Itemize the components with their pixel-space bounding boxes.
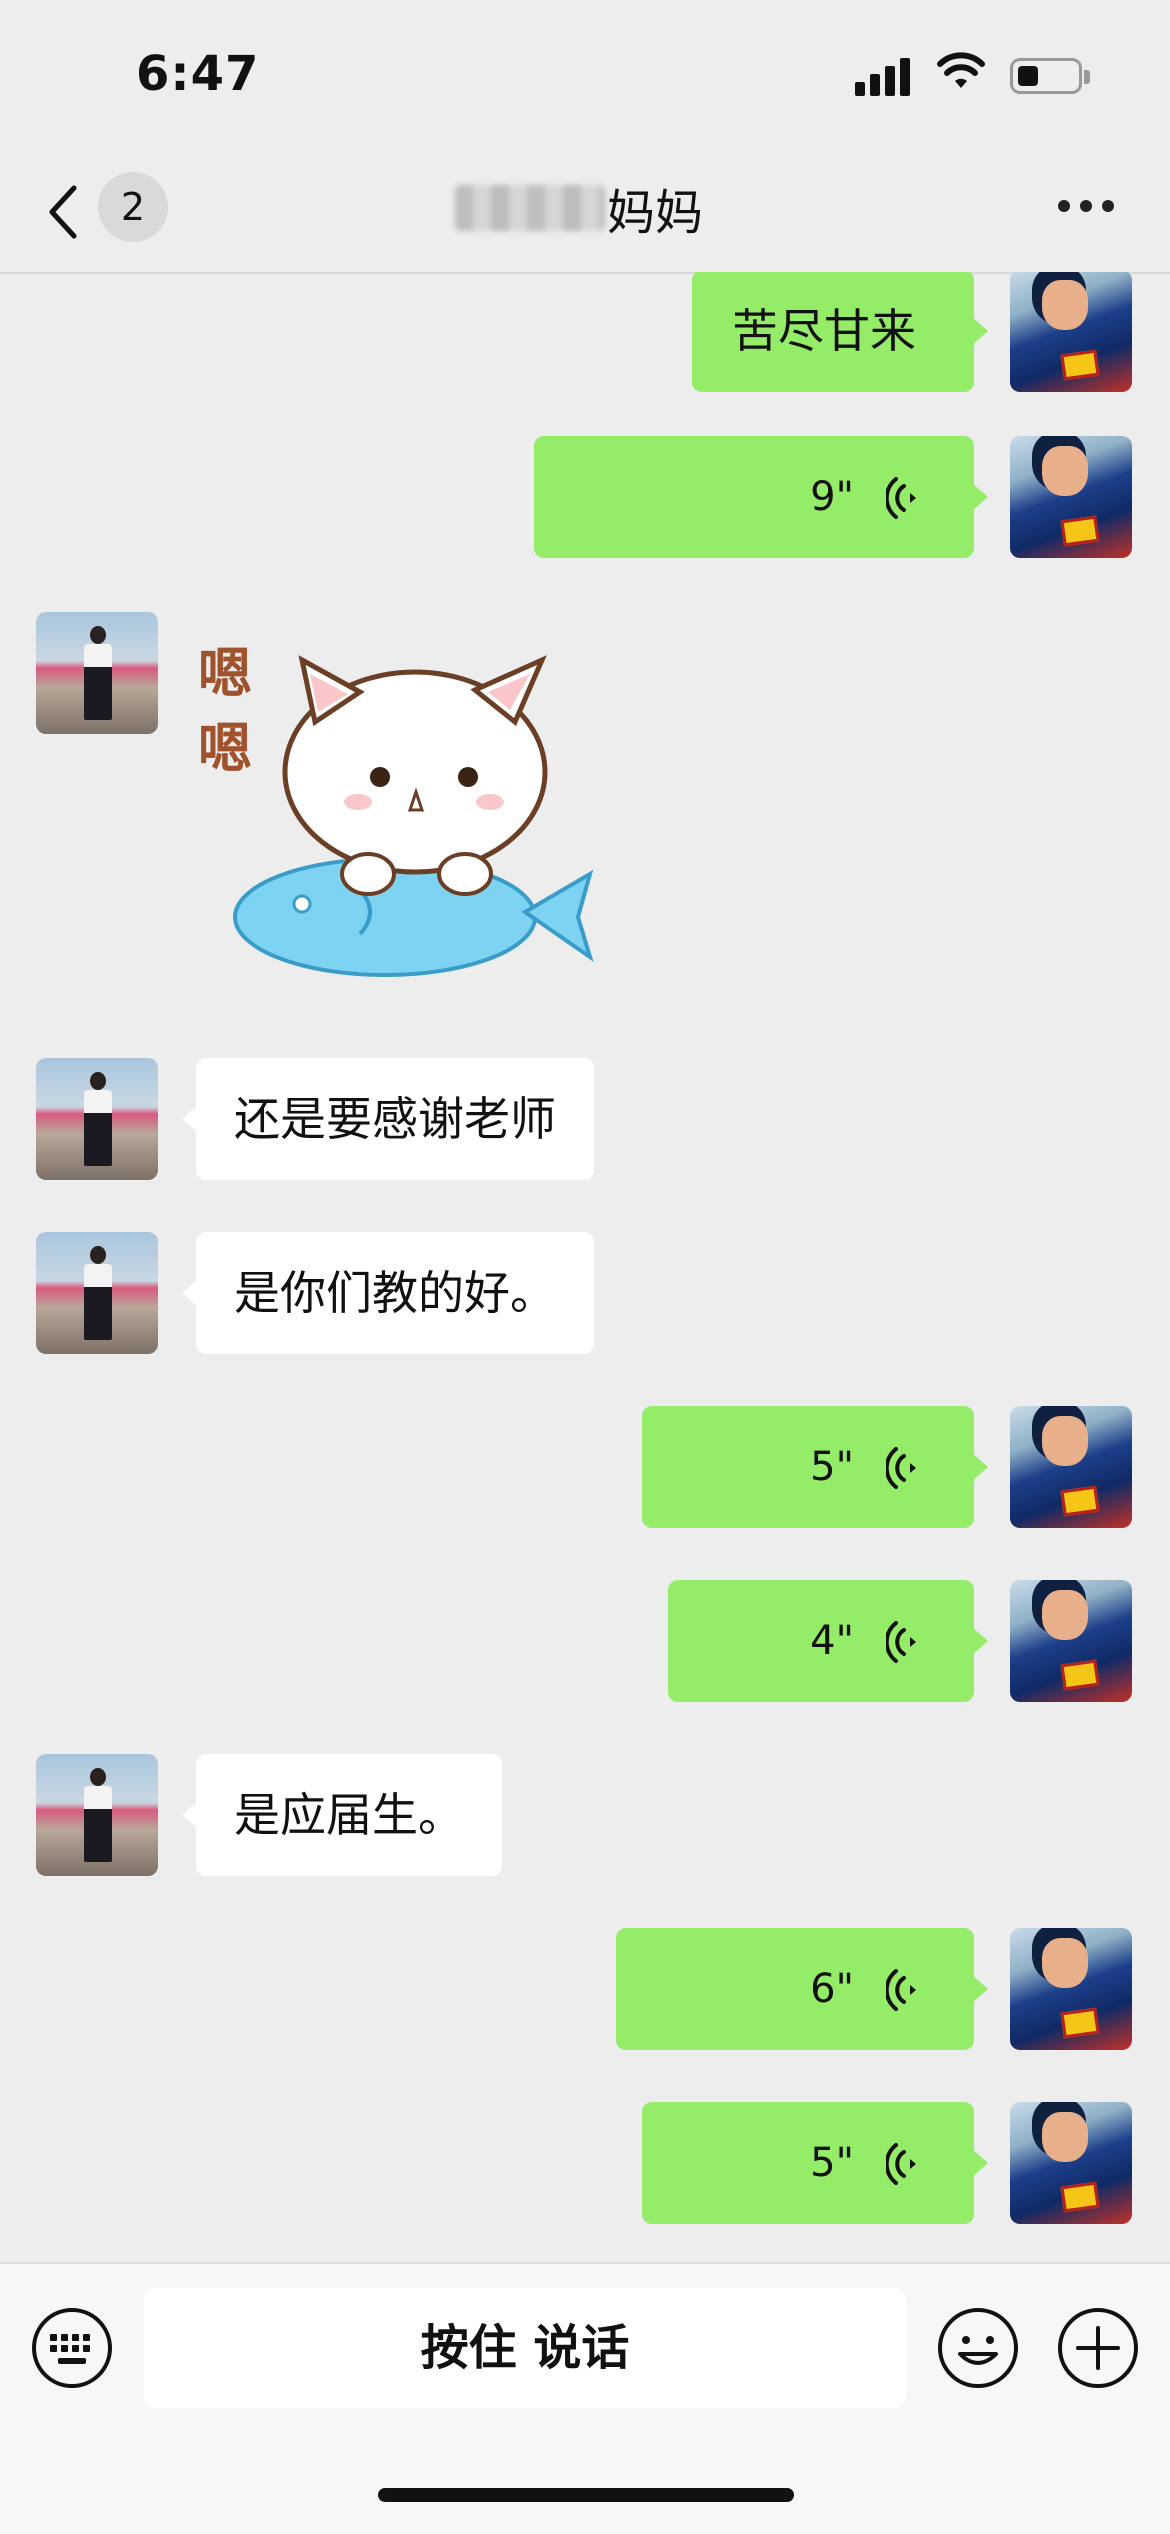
contact-avatar[interactable]	[36, 1754, 158, 1876]
cat-on-fish-sticker[interactable]: 嗯 嗯	[190, 612, 610, 992]
outgoing-text-bubble[interactable]: 苦尽甘来	[692, 272, 988, 392]
voice-duration: 6"	[810, 1966, 854, 2012]
my-avatar[interactable]	[1010, 272, 1132, 392]
outgoing-voice-bubble[interactable]: 4"	[668, 1580, 988, 1702]
outgoing-voice-bubble[interactable]: 5"	[642, 2102, 988, 2224]
my-avatar[interactable]	[1010, 436, 1132, 558]
chat-title-text: 妈妈	[607, 185, 704, 241]
message-text: 还是要感谢老师	[234, 1092, 556, 1146]
voice-wave-icon	[886, 1969, 916, 2011]
voice-wave-icon	[886, 2143, 916, 2185]
message-text: 苦尽甘来	[732, 304, 916, 358]
cellular-signal-icon	[855, 56, 915, 96]
voice-wave-icon	[886, 1621, 916, 1663]
message-list[interactable]: 苦尽甘来 9" 嗯 嗯 还是要感谢老师 是你们教的好。 5" 4" 是应届生。 …	[0, 272, 1170, 2262]
my-avatar[interactable]	[1010, 1406, 1132, 1528]
status-time: 6:47	[136, 46, 260, 102]
voice-duration: 5"	[810, 1444, 854, 1490]
emoji-icon[interactable]	[936, 2306, 1020, 2390]
my-avatar[interactable]	[1010, 1580, 1132, 1702]
outgoing-voice-bubble[interactable]: 5"	[642, 1406, 988, 1528]
unread-count-badge[interactable]: 2	[98, 172, 168, 242]
chat-title: 妈妈	[455, 178, 703, 241]
more-options-icon[interactable]	[1058, 200, 1114, 214]
voice-duration: 5"	[810, 2140, 854, 2186]
voice-duration: 9"	[810, 474, 854, 520]
incoming-text-bubble[interactable]: 还是要感谢老师	[182, 1058, 594, 1180]
my-avatar[interactable]	[1010, 2102, 1132, 2224]
voice-wave-icon	[886, 477, 916, 519]
message-text: 是你们教的好。	[234, 1266, 556, 1320]
blurred-name	[455, 185, 605, 231]
battery-icon	[1010, 58, 1082, 94]
wifi-icon	[937, 52, 985, 88]
back-chevron-icon[interactable]	[44, 182, 84, 242]
outgoing-voice-bubble[interactable]: 6"	[616, 1928, 988, 2050]
message-text: 是应届生。	[234, 1788, 464, 1842]
plus-more-icon[interactable]	[1056, 2306, 1140, 2390]
contact-avatar[interactable]	[36, 1232, 158, 1354]
home-indicator[interactable]	[378, 2488, 794, 2502]
hold-to-talk-button[interactable]: 按住 说话	[144, 2288, 906, 2408]
status-bar: 6:47	[0, 0, 1170, 150]
my-avatar[interactable]	[1010, 1928, 1132, 2050]
incoming-text-bubble[interactable]: 是你们教的好。	[182, 1232, 594, 1354]
svg-text:嗯: 嗯	[198, 717, 252, 780]
voice-wave-icon	[886, 1447, 916, 1489]
battery-nub	[1084, 70, 1090, 84]
contact-avatar[interactable]	[36, 612, 158, 734]
voice-duration: 4"	[810, 1618, 854, 1664]
contact-avatar[interactable]	[36, 1058, 158, 1180]
sticker-image: 嗯 嗯	[198, 642, 594, 977]
incoming-text-bubble[interactable]: 是应届生。	[182, 1754, 502, 1876]
svg-text:嗯: 嗯	[198, 642, 252, 705]
keyboard-toggle-icon[interactable]	[30, 2306, 114, 2390]
outgoing-voice-bubble[interactable]: 9"	[534, 436, 988, 558]
